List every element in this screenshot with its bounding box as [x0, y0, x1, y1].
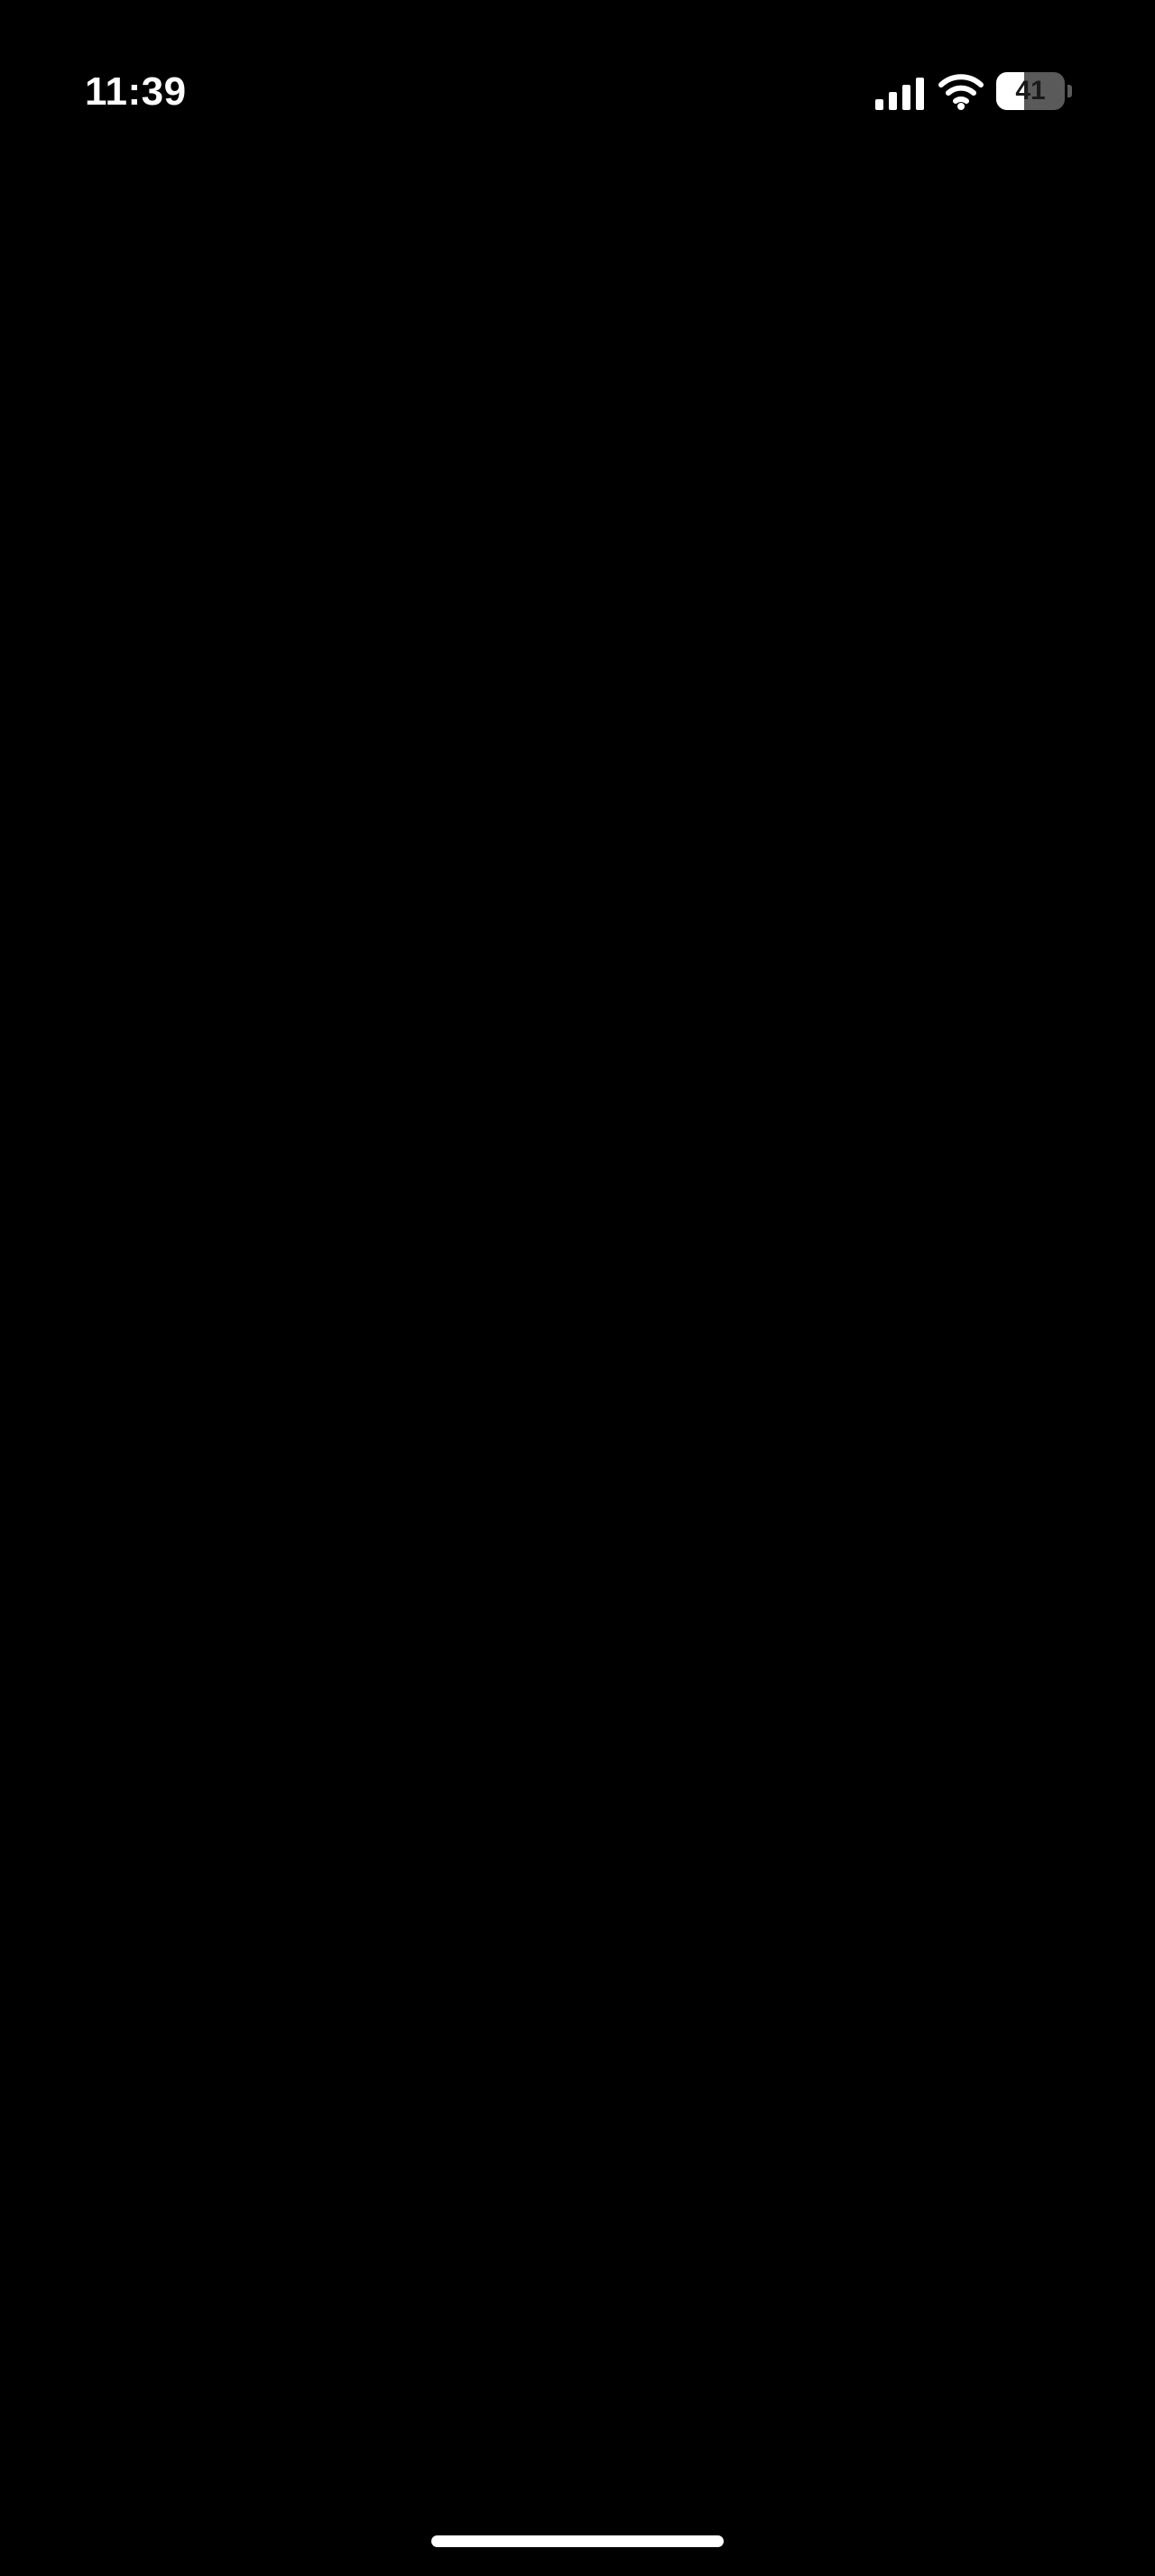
- cellular-signal-icon: [875, 78, 924, 110]
- battery-icon: 41: [996, 72, 1072, 110]
- wifi-icon: [938, 74, 984, 110]
- status-bar: 11:39 41: [0, 0, 1155, 180]
- battery-cap: [1067, 85, 1072, 97]
- status-time: 11:39: [85, 69, 187, 114]
- battery-body: 41: [996, 72, 1065, 110]
- battery-level: 41: [1015, 76, 1046, 106]
- home-indicator[interactable]: [431, 2535, 724, 2547]
- blank-content-area: [0, 180, 1155, 2489]
